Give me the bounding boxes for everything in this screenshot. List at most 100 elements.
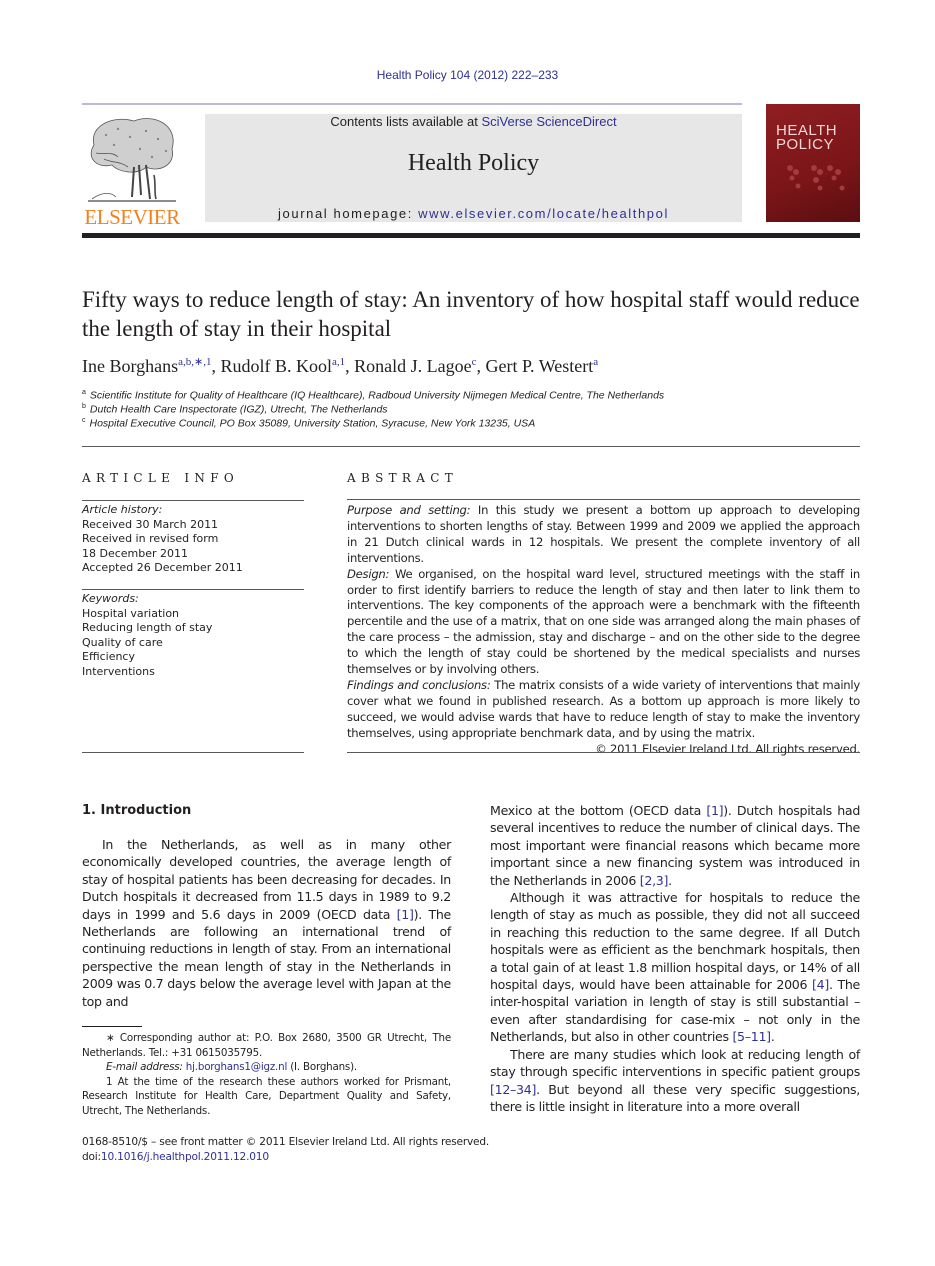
contents-available-line: Contents lists available at SciVerse Sci… — [205, 114, 742, 129]
text-run: There are many studies which look at red… — [490, 1046, 860, 1080]
abstract-divider — [347, 499, 860, 500]
history-item: Received 30 March 2011 — [82, 517, 219, 531]
body-column-left: In the Netherlands, as well as in many o… — [82, 836, 451, 1010]
author-separator: , — [211, 356, 221, 376]
citation-link[interactable]: [1] — [706, 803, 723, 818]
author[interactable]: Gert P. Westerta — [486, 356, 599, 376]
issn-line: 0168-8510/$ – see front matter © 2011 El… — [82, 1136, 490, 1148]
cover-title-line2: POLICY — [776, 136, 835, 153]
journal-homepage-link[interactable]: www.elsevier.com/locate/healthpol — [418, 206, 669, 221]
keyword: Reducing length of stay — [82, 621, 213, 634]
keywords-divider — [82, 589, 304, 590]
email-link[interactable]: hj.borghans1@igz.nl — [186, 1061, 288, 1073]
keywords: Keywords: Hospital variation Reducing le… — [82, 592, 304, 679]
keyword: Efficiency — [82, 650, 135, 663]
text-run: Mexico at the bottom (OECD data — [490, 803, 707, 818]
text-run: . — [668, 872, 672, 888]
affiliation-key: c — [82, 417, 86, 424]
abstract-section-label: Findings and conclusions: — [347, 677, 491, 692]
elsevier-logo[interactable]: ELSEVIER — [82, 113, 182, 229]
abstract-section-label: Design: — [347, 566, 390, 581]
world-map-icon — [787, 165, 845, 191]
header-top-rule — [82, 103, 742, 105]
abstract-section: Design: We organised, on the hospital wa… — [347, 567, 860, 678]
section-heading-introduction: 1. Introduction — [82, 803, 192, 818]
bottom-metadata: 0168-8510/$ – see front matter © 2011 El… — [82, 1135, 502, 1165]
footnotes: ∗ Corresponding author at: P.O. Box 2680… — [82, 1031, 451, 1118]
author-affiliation-marks[interactable]: a,1 — [332, 356, 345, 368]
footnote-1: 1 At the time of the research these auth… — [82, 1075, 451, 1117]
author[interactable]: Ronald J. Lagoec — [354, 356, 476, 376]
citation-link[interactable]: [2,3] — [640, 873, 669, 888]
article-info-divider — [82, 500, 304, 501]
author-separator: , — [476, 356, 486, 376]
keyword: Hospital variation — [82, 606, 180, 620]
text-run: Although it was attractive for hospitals… — [490, 890, 860, 993]
abstract-section: Findings and conclusions: The matrix con… — [347, 678, 860, 742]
sciencedirect-link[interactable]: SciVerse ScienceDirect — [481, 114, 616, 129]
journal-header-box: Contents lists available at SciVerse Sci… — [205, 114, 742, 222]
affiliation-key: b — [82, 403, 86, 410]
author-name: Rudolf B. Kool — [220, 356, 333, 376]
doi-prefix: doi: — [82, 1151, 101, 1163]
history-item: Received in revised form — [82, 532, 219, 545]
elsevier-tree-icon — [88, 118, 176, 202]
citation-link[interactable]: [4] — [812, 977, 829, 992]
author-affiliation-marks[interactable]: a,b,∗,1 — [178, 356, 211, 368]
footnote-rule — [82, 1026, 142, 1027]
affiliation-text: Scientific Institute for Quality of Heal… — [89, 389, 665, 402]
text-run: . — [770, 1029, 775, 1045]
article-history: Article history: Received 30 March 2011 … — [82, 503, 304, 576]
keyword: Interventions — [82, 664, 155, 678]
author-name: Gert P. Westert — [485, 356, 594, 376]
author-affiliation-marks[interactable]: a — [593, 356, 598, 368]
email-suffix: (I. Borghans). — [287, 1061, 357, 1073]
text-run: . But beyond all these very specific sug… — [490, 1081, 860, 1114]
history-item: Accepted 26 December 2011 — [82, 561, 243, 574]
text-run: In the Netherlands, as well as in many o… — [82, 837, 451, 922]
elsevier-wordmark: ELSEVIER — [84, 205, 180, 229]
keyword: Quality of care — [82, 635, 163, 649]
abstract-heading: ABSTRACT — [347, 471, 458, 485]
affiliation: a Scientific Institute for Quality of Hea… — [82, 389, 862, 402]
cover-title: HEALTH POLICY — [776, 123, 837, 153]
author[interactable]: Ine Borghansa,b,∗,1 — [82, 356, 212, 376]
footnote-corresponding-author: ∗ Corresponding author at: P.O. Box 2680… — [82, 1032, 451, 1059]
doi-link[interactable]: 10.1016/j.healthpol.2011.12.010 — [101, 1151, 269, 1163]
author-separator: , — [345, 356, 355, 376]
article-title: Fifty ways to reduce length of stay: An … — [82, 287, 860, 341]
abstract-section-text: We organised, on the hospital ward level… — [347, 566, 860, 677]
title-section-divider — [82, 446, 860, 447]
paragraph: In the Netherlands, as well as in many o… — [82, 836, 451, 1010]
citation-link[interactable]: [5–11] — [732, 1029, 771, 1044]
journal-reference-link[interactable]: Health Policy 104 (2012) 222–233 — [0, 68, 935, 82]
affiliation-text: Dutch Health Care Inspectorate (IGZ), Ut… — [89, 403, 388, 416]
journal-title: Health Policy — [407, 150, 540, 176]
keywords-label: Keywords: — [82, 592, 139, 605]
author-name: Ronald J. Lagoe — [354, 356, 472, 376]
history-item: 18 December 2011 — [82, 546, 189, 560]
footnote-email: E-mail address: hj.borghans1@igz.nl (I. … — [82, 1060, 451, 1075]
email-label: E-mail address: — [106, 1061, 183, 1073]
journal-cover-image[interactable]: HEALTH POLICY — [766, 104, 860, 222]
affiliation: c Hospital Executive Council, PO Box 3508… — [82, 417, 862, 430]
citation-link[interactable]: [12–34] — [490, 1082, 536, 1097]
body-column-right: Mexico at the bottom (OECD data [1]). Du… — [490, 802, 860, 1115]
journal-homepage-line: journal homepage: www.elsevier.com/locat… — [205, 206, 742, 221]
article-info-bottom-divider — [82, 752, 304, 753]
paragraph: There are many studies which look at red… — [490, 1046, 860, 1116]
affiliation: b Dutch Health Care Inspectorate (IGZ), U… — [82, 403, 862, 416]
paragraph-continued: Mexico at the bottom (OECD data [1]). Du… — [490, 802, 860, 889]
doi-line: doi:10.1016/j.healthpol.2011.12.010 — [82, 1150, 502, 1165]
citation-link[interactable]: [1] — [397, 907, 414, 922]
homepage-prefix: journal homepage: — [278, 206, 419, 221]
abstract-body: Purpose and setting: In this study we pr… — [347, 503, 860, 758]
article-info-heading: ARTICLE INFO — [82, 471, 239, 485]
author-name: Ine Borghans — [82, 356, 179, 376]
paragraph: Although it was attractive for hospitals… — [490, 889, 860, 1046]
abstract-copyright: © 2011 Elsevier Ireland Ltd. All rights … — [595, 741, 860, 756]
author[interactable]: Rudolf B. Koola,1 — [221, 356, 346, 376]
affiliation-text: Hospital Executive Council, PO Box 35089… — [89, 417, 536, 430]
article-history-label: Article history: — [82, 503, 163, 516]
abstract-bottom-divider — [347, 752, 860, 753]
